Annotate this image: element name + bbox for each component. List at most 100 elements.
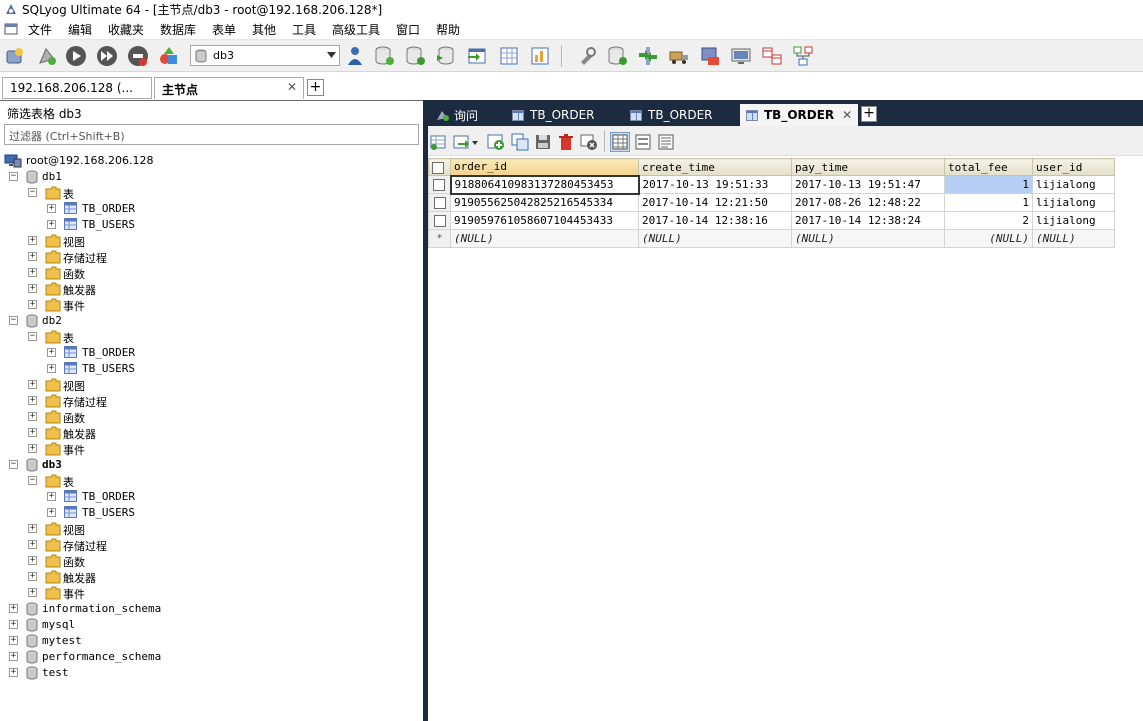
- add-connection-tab-button[interactable]: +: [307, 79, 324, 96]
- filter-input[interactable]: 过滤器 (Ctrl+Shift+B): [4, 124, 419, 145]
- collapse-icon[interactable]: −: [28, 476, 37, 485]
- tree-item-folder[interactable]: + 存储过程: [0, 393, 420, 409]
- tree-item-table[interactable]: + TB_ORDER: [0, 345, 420, 361]
- null-cell[interactable]: (NULL): [791, 229, 945, 248]
- table-cell[interactable]: lijialong: [1032, 193, 1115, 212]
- table-cell[interactable]: 2017-10-14 12:21:50: [638, 193, 792, 212]
- expand-icon[interactable]: +: [9, 620, 18, 629]
- expand-icon[interactable]: +: [28, 396, 37, 405]
- text-view-button[interactable]: [656, 132, 676, 152]
- menu-edit[interactable]: 编辑: [68, 21, 92, 38]
- tree-item-folder[interactable]: − 表: [0, 185, 420, 201]
- expand-icon[interactable]: +: [28, 556, 37, 565]
- row-checkbox-cell[interactable]: [428, 193, 451, 212]
- execute-all-button[interactable]: [95, 44, 119, 68]
- select-all-checkbox[interactable]: [432, 161, 444, 174]
- tree-item-folder[interactable]: + 事件: [0, 297, 420, 313]
- row-checkbox[interactable]: [433, 179, 446, 191]
- null-cell[interactable]: (NULL): [450, 229, 639, 248]
- menu-favorites[interactable]: 收藏夹: [108, 21, 144, 38]
- expand-icon[interactable]: +: [28, 524, 37, 533]
- table-cell[interactable]: lijialong: [1032, 211, 1115, 230]
- menu-other[interactable]: 其他: [252, 21, 276, 38]
- tree-item-folder[interactable]: + 存储过程: [0, 249, 420, 265]
- expand-icon[interactable]: +: [47, 364, 56, 373]
- menu-help[interactable]: 帮助: [436, 21, 460, 38]
- table-cell[interactable]: 2017-08-26 12:48:22: [791, 193, 945, 212]
- notification-service-button[interactable]: [698, 44, 722, 68]
- table-cell[interactable]: 2017-10-13 19:51:47: [791, 175, 945, 194]
- row-checkbox-cell[interactable]: [428, 175, 451, 194]
- tree-item-folder[interactable]: + 事件: [0, 441, 420, 457]
- expand-icon[interactable]: +: [47, 508, 56, 517]
- table-cell[interactable]: 919055625042825216545334: [450, 193, 639, 212]
- expand-icon[interactable]: +: [28, 380, 37, 389]
- expand-icon[interactable]: +: [28, 444, 37, 453]
- menu-advanced-tools[interactable]: 高级工具: [332, 21, 380, 38]
- cancel-changes-button[interactable]: [579, 132, 599, 152]
- expand-icon[interactable]: +: [47, 220, 56, 229]
- expand-icon[interactable]: +: [28, 572, 37, 581]
- tree-item-db[interactable]: − db2: [0, 313, 420, 329]
- new-connection-button[interactable]: [3, 44, 27, 68]
- expand-icon[interactable]: +: [47, 204, 56, 213]
- expand-icon[interactable]: +: [28, 268, 37, 277]
- tree-item-folder[interactable]: + 存储过程: [0, 537, 420, 553]
- column-header-pay-time[interactable]: pay_time: [791, 158, 945, 176]
- tab-query[interactable]: 询问: [430, 104, 504, 126]
- expand-icon[interactable]: +: [28, 300, 37, 309]
- export-dropdown-button[interactable]: [452, 132, 480, 152]
- select-all-checkbox-cell[interactable]: [428, 158, 451, 176]
- expand-icon[interactable]: +: [28, 284, 37, 293]
- tree-item-table[interactable]: + TB_USERS: [0, 505, 420, 521]
- database-select[interactable]: db3: [190, 45, 340, 66]
- expand-icon[interactable]: +: [28, 428, 37, 437]
- tab-tb-order-1[interactable]: TB_ORDER: [506, 104, 620, 126]
- execute-query-button[interactable]: [64, 44, 88, 68]
- expand-icon[interactable]: +: [28, 412, 37, 421]
- close-icon[interactable]: ✕: [287, 80, 297, 94]
- copy-database-button[interactable]: [434, 44, 458, 68]
- stop-query-button[interactable]: [126, 44, 150, 68]
- schema-designer-button[interactable]: [157, 44, 181, 68]
- tree-item-folder[interactable]: + 视图: [0, 521, 420, 537]
- restore-button[interactable]: [404, 44, 428, 68]
- table-cell[interactable]: lijialong: [1032, 175, 1115, 194]
- tree-item-table[interactable]: + TB_USERS: [0, 217, 420, 233]
- database-sync-button[interactable]: [606, 44, 630, 68]
- collapse-icon[interactable]: −: [9, 316, 18, 325]
- close-icon[interactable]: ✕: [842, 108, 852, 122]
- tree-item-folder[interactable]: + 视图: [0, 233, 420, 249]
- expand-icon[interactable]: +: [9, 668, 18, 677]
- menu-database[interactable]: 数据库: [160, 21, 196, 38]
- import-table-button[interactable]: [465, 44, 489, 68]
- schema-compare-button[interactable]: [636, 44, 660, 68]
- insert-row-button[interactable]: [486, 132, 506, 152]
- table-structure-button[interactable]: [497, 44, 521, 68]
- table-cell[interactable]: 2017-10-13 19:51:33: [638, 175, 792, 194]
- grid-view-button[interactable]: [610, 132, 630, 152]
- expand-icon[interactable]: +: [28, 252, 37, 261]
- table-row[interactable]: 919055625042825216545334 2017-10-14 12:2…: [428, 193, 1115, 212]
- column-header-create-time[interactable]: create_time: [638, 158, 792, 176]
- tree-item-folder[interactable]: + 触发器: [0, 281, 420, 297]
- expand-icon[interactable]: +: [28, 540, 37, 549]
- menu-tools[interactable]: 工具: [292, 21, 316, 38]
- tree-item-db[interactable]: + information_schema: [0, 601, 420, 617]
- row-checkbox[interactable]: [433, 215, 446, 227]
- backup-button[interactable]: [373, 44, 397, 68]
- form-view-button[interactable]: [633, 132, 653, 152]
- tab-connection-master[interactable]: 主节点 ✕: [154, 77, 304, 99]
- tree-item-db[interactable]: + mytest: [0, 633, 420, 649]
- table-cell[interactable]: 2017-10-14 12:38:24: [791, 211, 945, 230]
- tree-item-folder[interactable]: + 函数: [0, 409, 420, 425]
- menu-window[interactable]: 窗口: [396, 21, 420, 38]
- tree-item-folder[interactable]: − 表: [0, 329, 420, 345]
- schedule-job-button[interactable]: [575, 44, 599, 68]
- data-migration-button[interactable]: [667, 44, 691, 68]
- new-row[interactable]: * (NULL) (NULL) (NULL) (NULL) (NULL): [428, 229, 1115, 248]
- collapse-icon[interactable]: −: [28, 188, 37, 197]
- tree-item-table[interactable]: + TB_ORDER: [0, 489, 420, 505]
- tab-connection-remote[interactable]: 192.168.206.128 (...: [2, 77, 152, 99]
- table-cell[interactable]: 2017-10-14 12:38:16: [638, 211, 792, 230]
